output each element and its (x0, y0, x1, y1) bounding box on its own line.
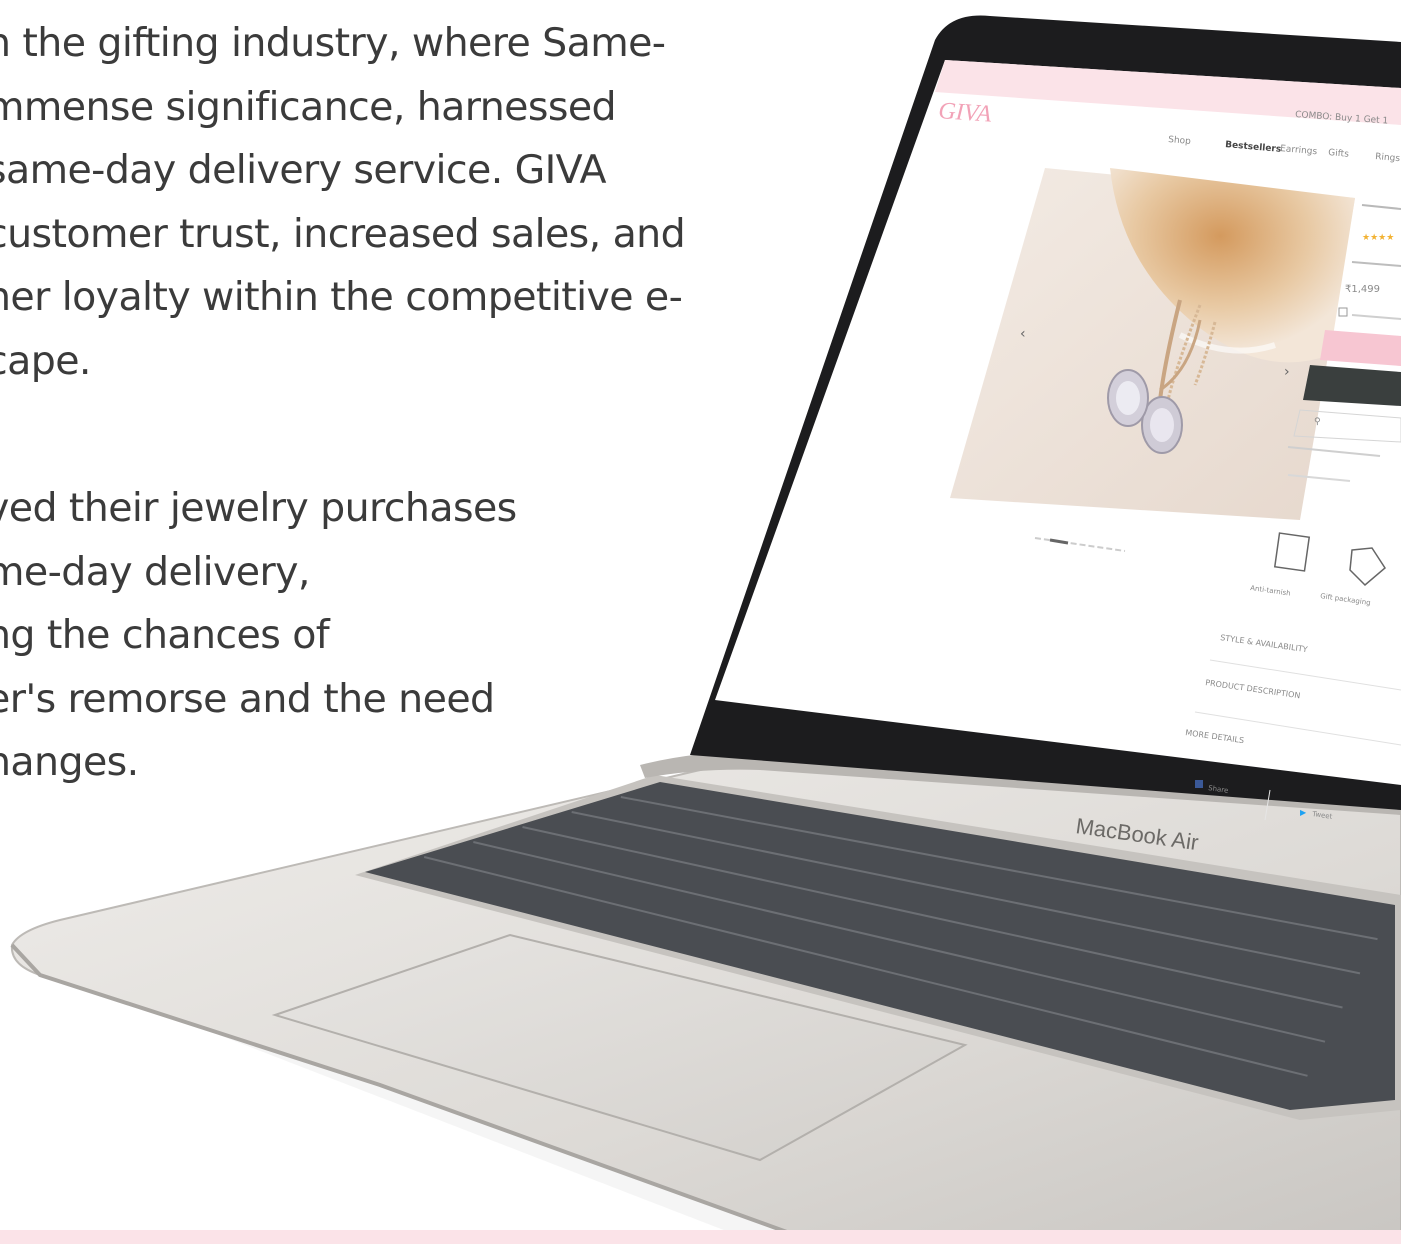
nav-item-shop[interactable]: Shop (1168, 135, 1192, 147)
buy-now-button[interactable] (1303, 365, 1401, 406)
carousel-prev-icon[interactable]: ‹ (1020, 326, 1026, 342)
facebook-icon (1195, 780, 1203, 788)
giva-logo[interactable]: GIVA (938, 98, 993, 128)
product-price: ₹1,499 (1345, 284, 1380, 295)
bottom-pink-strip (0, 1230, 1401, 1244)
carousel-next-icon[interactable]: › (1284, 364, 1290, 380)
rating-stars-icon: ★★★★ (1362, 233, 1394, 243)
twitter-icon: ▶ (1300, 808, 1307, 817)
add-to-cart-button[interactable] (1320, 330, 1401, 366)
laptop-mockup: MacBook Air COMBO: Buy 1 Get 1 GIVA Shop… (10, 15, 1401, 1244)
location-pin-icon: ⚲ (1314, 417, 1321, 427)
nav-item-gifts[interactable]: Gifts (1328, 148, 1350, 160)
